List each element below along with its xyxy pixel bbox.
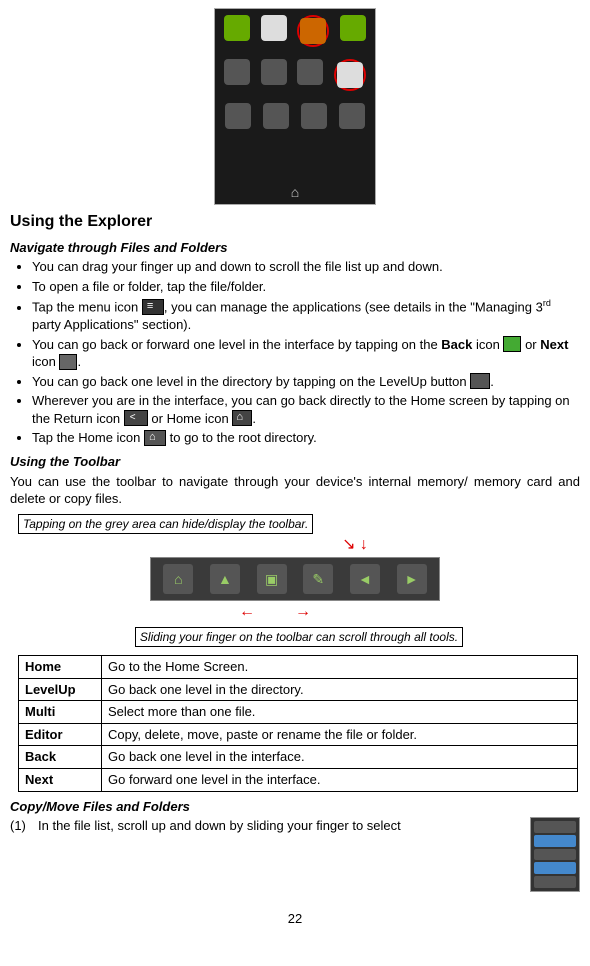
table-row: MultiSelect more than one file. [19,701,578,724]
app-icon [263,103,289,129]
text: icon [472,337,503,352]
text: , you can manage the applications (see d… [164,300,543,315]
toolbar-figure: ↘ ↓ ⌂ ▲ ▣ ✎ ◄ ► ←→ [10,536,580,623]
copy-subheading: Copy/Move Files and Folders [10,798,580,816]
highlight-circle [334,59,366,91]
cell-desc: Select more than one file. [102,701,578,724]
text: to go to the root directory. [166,430,317,445]
text: Tap the menu icon [32,300,142,315]
highlight-circle [297,15,329,47]
text: Wherever you are in the interface, you c… [32,393,570,426]
table-row: LevelUpGo back one level in the director… [19,678,578,701]
step-number: (1) [10,817,38,835]
bold-back: Back [441,337,472,352]
text: or [521,337,540,352]
app-icon [225,103,251,129]
text: You can go back or forward one level in … [32,337,441,352]
cell-name: Multi [19,701,102,724]
home-root-icon [144,430,166,446]
app-icon [300,18,326,44]
toolbar-icon: ▣ [257,564,287,594]
list-item: Tap the menu icon , you can manage the a… [32,297,580,333]
cell-desc: Go forward one level in the interface. [102,768,578,791]
cell-name: Editor [19,723,102,746]
toolbar-screenshot: ⌂ ▲ ▣ ✎ ◄ ► [150,557,440,601]
list-item: You can drag your finger up and down to … [32,258,580,276]
toolbar-paragraph: You can use the toolbar to navigate thro… [10,473,580,508]
text: Tap the Home icon [32,430,144,445]
text: . [252,411,256,426]
callout-bottom: Sliding your finger on the toolbar can s… [135,627,463,647]
text: party Applications" section). [32,317,191,332]
app-icon [301,103,327,129]
app-icon [224,15,250,41]
filelist-thumbnail [530,817,580,892]
list-item: You can go back or forward one level in … [32,336,580,371]
callout-top: Tapping on the grey area can hide/displa… [18,514,313,534]
back-icon [503,336,521,352]
toolbar-table: HomeGo to the Home Screen. LevelUpGo bac… [18,655,578,791]
cell-desc: Go to the Home Screen. [102,656,578,679]
copy-step-row: (1) In the file list, scroll up and down… [10,817,580,892]
app-icon [339,103,365,129]
menu-icon [142,299,164,315]
toolbar-icon: ► [397,564,427,594]
cell-name: Home [19,656,102,679]
table-row: BackGo back one level in the interface. [19,746,578,769]
step-text: In the file list, scroll up and down by … [38,817,524,835]
text: You can go back one level in the directo… [32,374,470,389]
cell-desc: Go back one level in the directory. [102,678,578,701]
toolbar-icon: ◄ [350,564,380,594]
text: . [490,374,494,389]
app-icon [340,15,366,41]
return-icon [124,410,148,426]
arrow-down-icon: ↘ ↓ [70,534,590,556]
text: You can drag your finger up and down to … [32,259,443,274]
list-item: You can go back one level in the directo… [32,373,580,391]
cell-desc: Go back one level in the interface. [102,746,578,769]
home-icon: ⌂ [215,183,375,202]
app-icon [297,59,323,85]
slide-arrows-icon: ←→ [10,601,580,623]
app-icon [261,15,287,41]
app-icon [337,62,363,88]
superscript: rd [543,298,551,308]
text: To open a file or folder, tap the file/f… [32,279,266,294]
list-item: Tap the Home icon to go to the root dire… [32,429,580,447]
levelup-icon [470,373,490,389]
device-screenshot: ⌂ [214,8,376,205]
text: icon [32,354,59,369]
toolbar-icon: ⌂ [163,564,193,594]
text: . [77,354,81,369]
cell-name: LevelUp [19,678,102,701]
list-item: To open a file or folder, tap the file/f… [32,278,580,296]
toolbar-icon: ▲ [210,564,240,594]
next-icon [59,354,77,370]
cell-name: Back [19,746,102,769]
page-number: 22 [10,910,580,928]
toolbar-icon: ✎ [303,564,333,594]
bullet-list: You can drag your finger up and down to … [10,258,580,447]
text: or Home icon [148,411,233,426]
table-row: HomeGo to the Home Screen. [19,656,578,679]
nav-subheading: Navigate through Files and Folders [10,239,580,257]
table-row: EditorCopy, delete, move, paste or renam… [19,723,578,746]
list-item: Wherever you are in the interface, you c… [32,392,580,427]
toolbar-subheading: Using the Toolbar [10,453,580,471]
table-row: NextGo forward one level in the interfac… [19,768,578,791]
app-icon [261,59,287,85]
section-title: Using the Explorer [10,211,580,233]
cell-desc: Copy, delete, move, paste or rename the … [102,723,578,746]
home-icon [232,410,252,426]
bold-next: Next [540,337,568,352]
app-icon [224,59,250,85]
cell-name: Next [19,768,102,791]
